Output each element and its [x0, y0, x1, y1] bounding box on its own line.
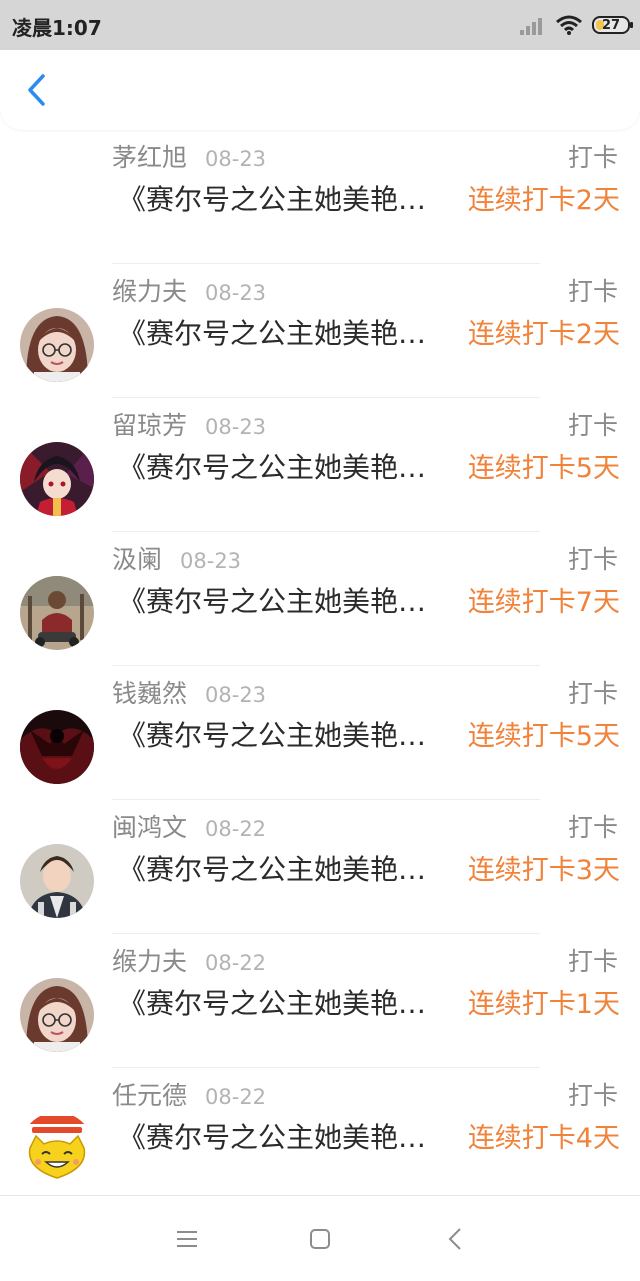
book-title: 《赛尔号之公主她美艳… [118, 317, 427, 350]
checkin-label: 打卡 [567, 1081, 618, 1110]
avatar[interactable] [20, 442, 94, 516]
checkin-list: 茅红旭 08-23 打卡 《赛尔号之公主她美艳… 连续打卡2天 缑力夫 08-2… [0, 130, 640, 1195]
book-title: 《赛尔号之公主她美艳… [118, 183, 427, 216]
streak-text: 连续打卡7天 [467, 587, 620, 618]
checkin-label: 打卡 [567, 947, 618, 976]
item-date: 08-23 [205, 281, 267, 305]
book-title: 《赛尔号之公主她美艳… [118, 853, 427, 886]
avatar[interactable] [20, 576, 94, 650]
list-item[interactable]: 汲阑 08-23 打卡 《赛尔号之公主她美艳… 连续打卡7天 [0, 532, 640, 666]
anime-character-avatar-icon [20, 442, 94, 516]
avatar[interactable] [20, 844, 94, 918]
list-item[interactable]: 缑力夫 08-23 打卡 《赛尔号之公主她美艳… 连续打卡2天 [0, 264, 640, 398]
dark-figure-avatar-icon [20, 710, 94, 784]
user-name: 茅红旭 [112, 143, 188, 172]
wifi-icon [556, 15, 582, 35]
book-title: 《赛尔号之公主她美艳… [118, 719, 427, 752]
battery-level: 27 [601, 17, 621, 33]
young-man-avatar-icon [20, 844, 94, 918]
streak-text: 连续打卡4天 [467, 1123, 620, 1154]
back-triangle-icon [448, 1228, 461, 1250]
menu-icon [177, 1231, 197, 1247]
item-date: 08-22 [205, 1085, 267, 1109]
checkin-label: 打卡 [567, 143, 618, 172]
streak-text: 连续打卡2天 [467, 319, 620, 350]
item-date: 08-23 [205, 147, 267, 171]
battery-icon: 27 [592, 16, 633, 34]
user-name: 钱巍然 [112, 679, 188, 708]
streak-text: 连续打卡2天 [467, 185, 620, 216]
book-title: 《赛尔号之公主她美艳… [118, 451, 427, 484]
avatar[interactable] [20, 710, 94, 784]
avatar[interactable] [20, 978, 94, 1052]
item-date: 08-22 [205, 817, 267, 841]
streak-text: 连续打卡1天 [467, 989, 620, 1020]
header-bar [0, 50, 640, 130]
checkin-label: 打卡 [567, 545, 618, 574]
user-name: 缑力夫 [112, 947, 188, 976]
book-title: 《赛尔号之公主她美艳… [118, 585, 427, 618]
home-square-icon [310, 1229, 330, 1249]
status-icons: 27 [520, 12, 633, 38]
status-bar: 凌晨1:07 27 [0, 0, 640, 50]
chevron-left-icon [28, 74, 45, 106]
user-name: 任元德 [112, 1081, 188, 1110]
girl-glasses-avatar-icon [20, 308, 94, 382]
streak-text: 连续打卡3天 [467, 855, 620, 886]
checkin-label: 打卡 [567, 679, 618, 708]
list-item[interactable]: 缑力夫 08-22 打卡 《赛尔号之公主她美艳… 连续打卡1天 [0, 934, 640, 1068]
avatar[interactable] [20, 308, 94, 382]
signal-icon [520, 15, 546, 35]
back-button[interactable] [18, 72, 54, 108]
list-item[interactable]: 留琼芳 08-23 打卡 《赛尔号之公主她美艳… 连续打卡5天 [0, 398, 640, 532]
list-item[interactable]: 闽鸿文 08-22 打卡 《赛尔号之公主她美艳… 连续打卡3天 [0, 800, 640, 934]
menu-button[interactable] [172, 1224, 202, 1254]
streak-text: 连续打卡5天 [467, 453, 620, 484]
checkin-label: 打卡 [567, 411, 618, 440]
streak-text: 连续打卡5天 [467, 721, 620, 752]
list-item[interactable]: 任元德 08-22 打卡 《赛尔号之公主她美艳… 连续打卡4天 [0, 1068, 640, 1195]
user-name: 闽鸿文 [112, 813, 188, 842]
user-name: 缑力夫 [112, 277, 188, 306]
list-item[interactable]: 茅红旭 08-23 打卡 《赛尔号之公主她美艳… 连续打卡2天 [0, 130, 640, 264]
book-title: 《赛尔号之公主她美艳… [118, 987, 427, 1020]
cartoon-face-avatar-icon [20, 1112, 94, 1186]
item-date: 08-23 [180, 549, 242, 573]
list-item[interactable]: 钱巍然 08-23 打卡 《赛尔号之公主她美艳… 连续打卡5天 [0, 666, 640, 800]
checkin-label: 打卡 [567, 813, 618, 842]
home-button[interactable] [305, 1224, 335, 1254]
status-time: 凌晨1:07 [12, 16, 102, 40]
item-date: 08-23 [205, 415, 267, 439]
system-back-button[interactable] [440, 1224, 470, 1254]
book-title: 《赛尔号之公主她美艳… [118, 1121, 427, 1154]
avatar[interactable] [20, 1112, 94, 1186]
girl-glasses-avatar-icon [20, 978, 94, 1052]
item-date: 08-23 [205, 683, 267, 707]
user-name: 留琼芳 [112, 411, 188, 440]
checkin-label: 打卡 [567, 277, 618, 306]
item-date: 08-22 [205, 951, 267, 975]
person-outdoors-avatar-icon [20, 576, 94, 650]
user-name: 汲阑 [112, 545, 163, 574]
system-nav-bar [0, 1195, 640, 1281]
